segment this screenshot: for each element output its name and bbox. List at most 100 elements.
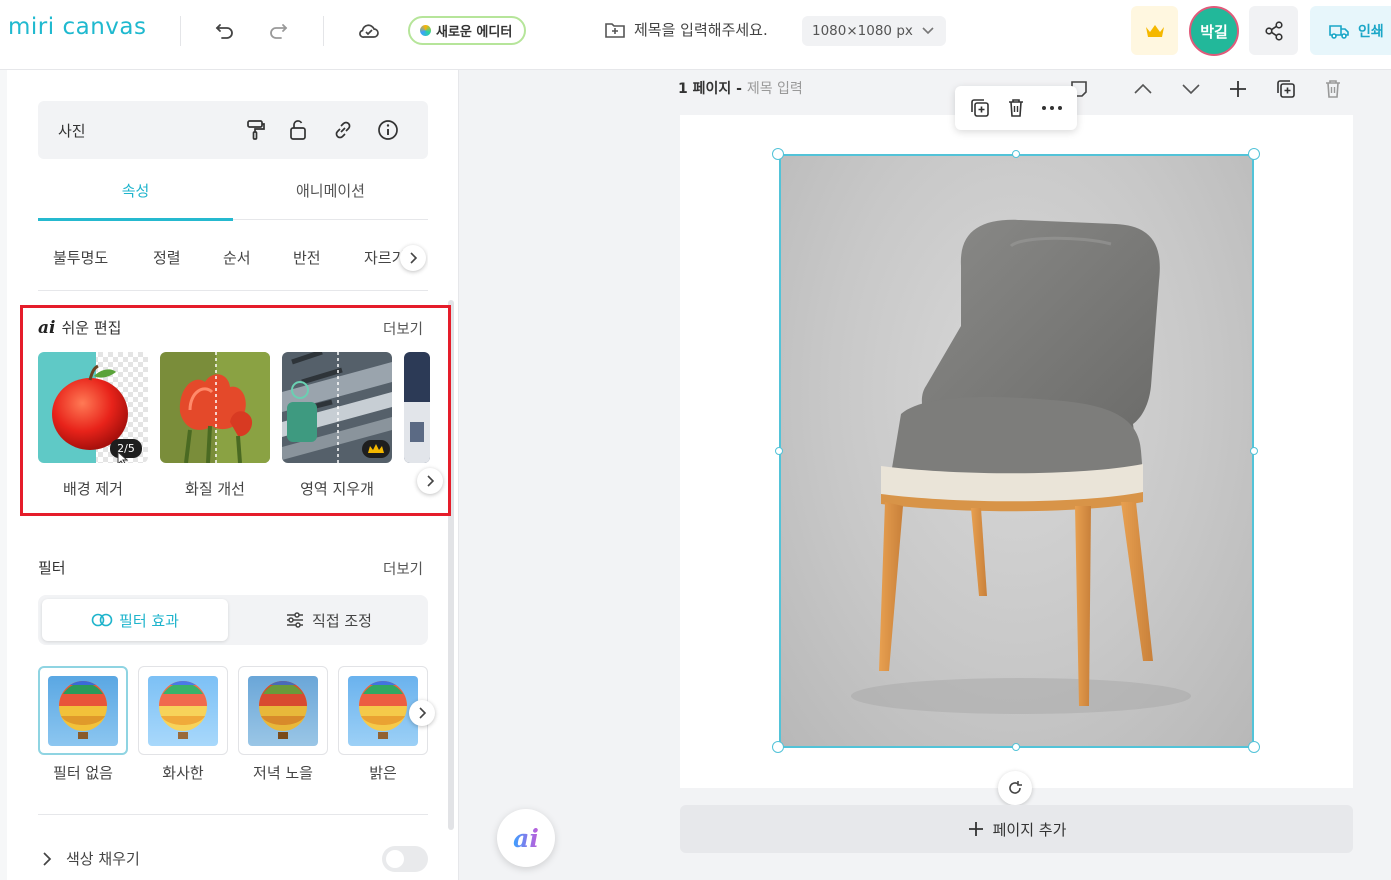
crown-icon <box>1145 24 1164 37</box>
delete-page-icon[interactable] <box>1320 76 1346 102</box>
ai-assistant-icon: ai <box>513 823 539 853</box>
print-label: 인쇄 <box>1358 23 1384 40</box>
plus-icon <box>968 822 983 836</box>
resize-handle-bottom-left[interactable] <box>772 741 784 753</box>
page-number: 1 페이지 - <box>678 81 742 97</box>
active-tab-indicator <box>38 218 233 221</box>
divider <box>38 814 428 815</box>
sliders-icon <box>287 612 304 628</box>
filter-bright[interactable] <box>138 666 228 755</box>
add-page-label: 페이지 추가 <box>992 820 1067 839</box>
share-button[interactable] <box>1249 6 1298 55</box>
new-editor-icon <box>420 25 431 36</box>
filter-label: 필터 없음 <box>53 764 113 782</box>
left-edge-bar <box>0 70 7 880</box>
resize-handle-bottom-right[interactable] <box>1248 741 1260 753</box>
new-editor-badge[interactable]: 새로운 에디터 <box>408 16 527 45</box>
resize-handle-right[interactable] <box>1250 447 1258 455</box>
subtab-flip[interactable]: 반전 <box>293 247 321 268</box>
top-bar: miri canvas 새로운 에디터 제목을 입력해주세요. 1080×108… <box>0 0 1391 70</box>
rotate-handle[interactable] <box>998 771 1032 805</box>
subtab-opacity[interactable]: 불투명도 <box>53 247 108 268</box>
chevron-down-icon <box>922 27 934 35</box>
link-icon[interactable] <box>331 118 355 142</box>
resize-handle-bottom[interactable] <box>1012 743 1020 751</box>
folder-icon <box>605 22 625 38</box>
filter-label: 저녁 노을 <box>253 764 313 782</box>
share-icon <box>1264 20 1283 41</box>
resize-handle-top-right[interactable] <box>1248 148 1260 160</box>
filter-effect-label: 필터 효과 <box>119 611 179 630</box>
filter-sunset[interactable] <box>238 666 328 755</box>
document-title[interactable]: 제목을 입력해주세요. <box>604 19 768 40</box>
new-editor-label: 새로운 에디터 <box>436 25 513 40</box>
panel-tabs: 속성 애니메이션 <box>38 170 428 221</box>
document-title-placeholder[interactable]: 제목을 입력해주세요. <box>634 19 768 40</box>
duplicate-page-icon[interactable] <box>1273 76 1299 102</box>
tab-properties[interactable]: 속성 <box>38 180 233 201</box>
chevron-down-icon[interactable] <box>1178 76 1204 102</box>
filter-mode-toggle: 필터 효과 직접 조정 <box>38 595 428 645</box>
canvas-size-select[interactable]: 1080×1080 px <box>802 16 946 46</box>
divider <box>180 16 181 46</box>
subtabs-next-button[interactable] <box>400 245 426 271</box>
highlight-annotation-box <box>20 305 451 516</box>
trash-icon[interactable] <box>1006 97 1026 119</box>
element-floating-toolbar <box>955 86 1077 130</box>
chevron-right-icon <box>43 851 52 866</box>
redo-icon[interactable] <box>264 17 292 45</box>
ai-assistant-button[interactable]: ai <box>497 809 555 867</box>
add-page-button[interactable]: 페이지 추가 <box>680 805 1353 853</box>
print-button[interactable]: 인쇄 <box>1310 6 1391 55</box>
undo-icon[interactable] <box>211 17 239 45</box>
filter-more-link[interactable]: 더보기 <box>383 558 423 579</box>
unlock-icon[interactable] <box>286 118 310 142</box>
resize-handle-top[interactable] <box>1012 150 1020 158</box>
balloon-thumbnail <box>348 675 418 746</box>
panel-title: 사진 <box>58 122 86 140</box>
user-avatar[interactable]: 박길 <box>1189 6 1239 56</box>
duplicate-icon[interactable] <box>969 97 991 119</box>
app-logo[interactable]: miri canvas <box>8 14 146 40</box>
premium-button[interactable] <box>1131 6 1178 55</box>
chevron-right-icon <box>410 252 418 264</box>
balloon-thumbnail <box>48 675 118 746</box>
filters-next-button[interactable] <box>409 700 435 726</box>
direct-adjust-tab[interactable]: 직접 조정 <box>234 599 424 641</box>
selected-photo-chair[interactable] <box>779 154 1254 748</box>
color-fill-label: 색상 채우기 <box>66 850 140 868</box>
resize-handle-left[interactable] <box>775 447 783 455</box>
paint-roller-icon[interactable] <box>243 118 267 142</box>
info-icon[interactable] <box>376 118 400 142</box>
chevron-right-icon <box>419 707 427 719</box>
canvas-size-value: 1080×1080 px <box>812 23 913 39</box>
filter-title: 필터 <box>38 559 66 577</box>
property-subtabs: 불투명도 정렬 순서 반전 자르기 <box>38 235 428 291</box>
filter-none[interactable] <box>38 666 128 755</box>
overlap-circles-icon <box>91 613 113 627</box>
toggle-knob <box>386 850 404 868</box>
resize-handle-top-left[interactable] <box>772 148 784 160</box>
tab-animation[interactable]: 애니메이션 <box>233 180 428 201</box>
subtab-crop[interactable]: 자르기 <box>364 247 404 268</box>
more-options-icon[interactable] <box>1041 105 1063 111</box>
cloud-save-icon[interactable] <box>355 17 383 45</box>
photo-header: 사진 <box>38 101 428 159</box>
page-label: 1 페이지 - 제목 입력 <box>678 78 803 98</box>
color-fill-toggle[interactable] <box>382 846 428 872</box>
balloon-thumbnail <box>148 675 218 746</box>
balloon-thumbnail <box>248 675 318 746</box>
direct-adjust-label: 직접 조정 <box>312 611 372 630</box>
filter-effect-tab[interactable]: 필터 효과 <box>42 599 228 641</box>
filter-label: 화사한 <box>162 764 204 782</box>
rotate-icon <box>1009 781 1022 794</box>
page-title-input[interactable]: 제목 입력 <box>747 81 803 97</box>
chevron-up-icon[interactable] <box>1130 76 1156 102</box>
filter-label: 밝은 <box>369 764 397 782</box>
add-page-plus-icon[interactable] <box>1225 76 1251 102</box>
subtab-align[interactable]: 정렬 <box>153 247 181 268</box>
divider <box>323 16 324 46</box>
delivery-truck-icon <box>1329 24 1349 39</box>
subtab-order[interactable]: 순서 <box>223 247 251 268</box>
color-fill-row[interactable]: 색상 채우기 <box>42 848 140 869</box>
